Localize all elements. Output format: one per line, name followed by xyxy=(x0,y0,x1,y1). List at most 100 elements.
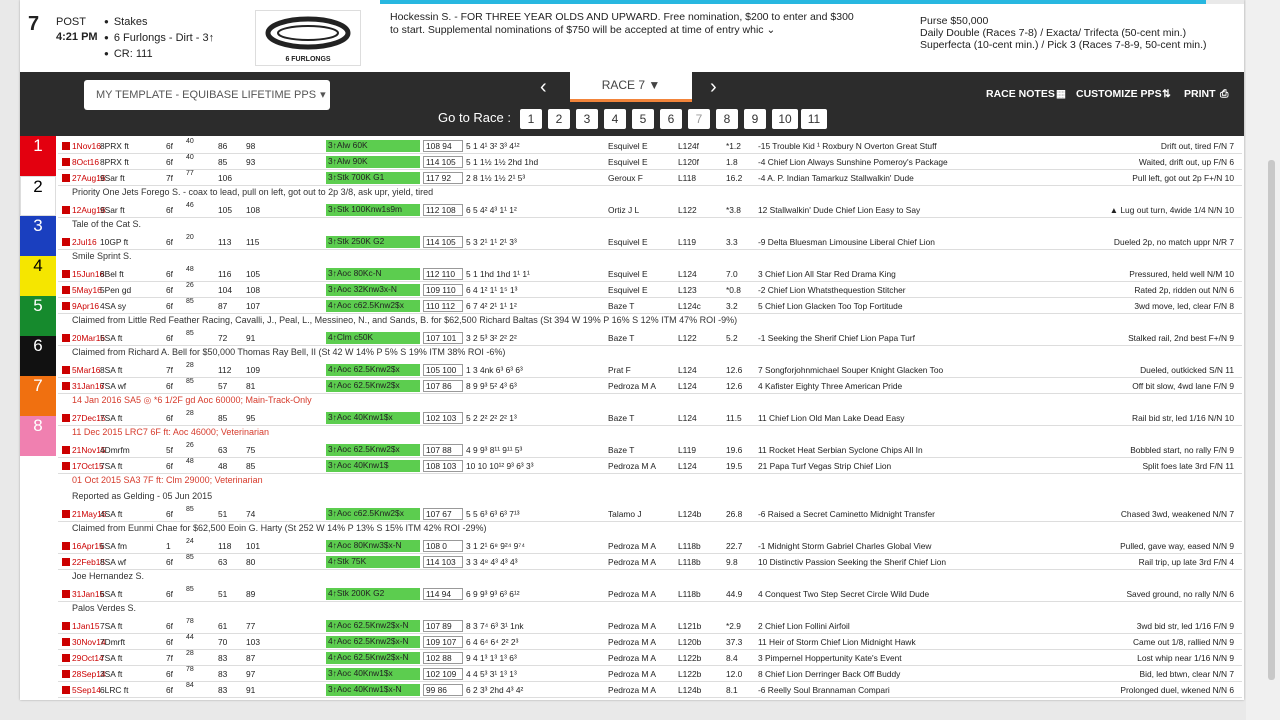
video-icon[interactable] xyxy=(62,366,70,374)
race-button-9[interactable]: 9 xyxy=(744,109,766,129)
sort-icon[interactable]: ⇅ xyxy=(1162,88,1171,100)
pp-row[interactable]: 5Mar16 8SA ft 7f 28 112 109 4↑Aoc 62.5Knw2$x 10… xyxy=(58,362,1242,378)
weight: L122b xyxy=(678,669,702,679)
cloth-2: 2 xyxy=(20,176,56,216)
video-icon[interactable] xyxy=(62,510,70,518)
distance: 6f xyxy=(166,237,173,247)
race-date[interactable]: 1Nov16 xyxy=(72,141,101,151)
race-date[interactable]: 9Apr16 xyxy=(72,301,99,311)
race-button-3[interactable]: 3 xyxy=(576,109,598,129)
video-icon[interactable] xyxy=(62,206,70,214)
race-button-8[interactable]: 8 xyxy=(716,109,738,129)
race-date[interactable]: 16Apr15 xyxy=(72,541,104,551)
video-icon[interactable] xyxy=(62,558,70,566)
beyer-2: 85 xyxy=(246,461,256,471)
pp-row[interactable]: 8Oct16 8PRX ft 6f 40 85 93 3↑Alw 90K 114 105 5 1… xyxy=(58,154,1242,170)
race-button-6[interactable]: 6 xyxy=(660,109,682,129)
race-date[interactable]: 2Jul16 xyxy=(72,237,97,247)
pp-row[interactable]: 5Sep14 6LRC ft 6f 84 83 91 3↑Aoc 40Knw1$x-N 99 … xyxy=(58,682,1242,698)
next-race-icon[interactable]: › xyxy=(710,76,717,99)
expand-icon[interactable]: ⌄ xyxy=(766,24,775,36)
race-button-2[interactable]: 2 xyxy=(548,109,570,129)
scrollbar-thumb[interactable] xyxy=(1268,160,1275,680)
cloth-4: 4 xyxy=(20,256,56,296)
race-button-4[interactable]: 4 xyxy=(604,109,626,129)
print-icon[interactable]: ⎙ xyxy=(1220,88,1228,101)
pace-rating: 40 xyxy=(186,154,194,161)
race-button-10[interactable]: 10 xyxy=(772,109,798,129)
purse: Purse $50,000 xyxy=(920,15,989,27)
note-text: Palos Verdes S. xyxy=(72,603,137,613)
video-icon[interactable] xyxy=(62,414,70,422)
video-icon[interactable] xyxy=(62,654,70,662)
video-icon[interactable] xyxy=(62,174,70,182)
race-selector[interactable]: RACE 7 ▼ xyxy=(570,72,692,102)
prev-race-icon[interactable]: ‹ xyxy=(540,76,547,99)
video-icon[interactable] xyxy=(62,638,70,646)
pp-row[interactable]: 20Mar16 5SA ft 6f 85 72 91 4↑Clm c50K 107 101 3 … xyxy=(58,330,1242,346)
position-calls: 4 4 5³ 3¹ 1³ 1³ xyxy=(466,669,517,679)
race-date[interactable]: 5Mar16 xyxy=(72,365,100,375)
jockey: Baze T xyxy=(608,413,635,423)
race-button-11[interactable]: 11 xyxy=(801,109,827,129)
print-button[interactable]: PRINT xyxy=(1184,88,1216,100)
video-icon[interactable] xyxy=(62,286,70,294)
template-select[interactable]: MY TEMPLATE - EQUIBASE LIFETIME PPS xyxy=(84,80,330,110)
video-icon[interactable] xyxy=(62,686,70,694)
race-comment: Rated 2p, ridden out N/N 6 xyxy=(1134,285,1234,295)
race-button-7[interactable]: 7 xyxy=(688,109,710,129)
video-icon[interactable] xyxy=(62,238,70,246)
race-button-5[interactable]: 5 xyxy=(632,109,654,129)
position-calls: 5 5 6³ 6³ 6³ 7¹³ xyxy=(466,509,520,519)
pp-row[interactable]: 9Apr16 4SA sy 6f 85 87 107 4↑Aoc c62.5Knw2$x 11… xyxy=(58,298,1242,314)
race-date[interactable]: 17Oct15 xyxy=(72,461,104,471)
track-surface: 4SA sy xyxy=(100,301,127,311)
pp-row[interactable]: 22Feb15 8SA wf 6f 85 63 80 4↑Stk 75K 114 103 3 3… xyxy=(58,554,1242,570)
pp-row[interactable]: 31Jan16 7SA wf 6f 85 57 81 4↑Aoc 62.5Knw2$x 107… xyxy=(58,378,1242,394)
video-icon[interactable] xyxy=(62,302,70,310)
race-date[interactable]: 29Oct14 xyxy=(72,653,104,663)
video-icon[interactable] xyxy=(62,158,70,166)
video-icon[interactable] xyxy=(62,142,70,150)
race-date[interactable]: 8Oct16 xyxy=(72,157,99,167)
pp-row[interactable]: 28Sep14 3SA ft 6f 78 83 97 3↑Aoc 40Knw1$x 102 1… xyxy=(58,666,1242,682)
jockey: Pedroza M A xyxy=(608,589,656,599)
pp-row[interactable]: 1Nov16 8PRX ft 6f 40 86 98 3↑Alw 60K 108 94 5 1 … xyxy=(58,138,1242,154)
pp-row[interactable]: 17Oct15 7SA ft 6f 48 48 85 3↑Aoc 40Knw1$ 108 10… xyxy=(58,458,1242,474)
video-icon[interactable] xyxy=(62,462,70,470)
video-icon[interactable] xyxy=(62,670,70,678)
pp-row[interactable]: 29Oct14 7SA ft 7f 28 83 87 4↑Aoc 62.5Knw2$x-N 1… xyxy=(58,650,1242,666)
odds: 12.6 xyxy=(726,381,743,391)
pp-row[interactable]: 27Dec15 7SA ft 6f 28 85 95 3↑Aoc 40Knw1$x 102 1… xyxy=(58,410,1242,426)
pp-row[interactable]: 30Nov14 7Dmrft 6f 44 70 103 4↑Aoc 62.5Knw2$x-N… xyxy=(58,634,1242,650)
pp-row[interactable]: 31Jan15 6SA ft 6f 85 51 89 4↑Stk 200K G2 114 94… xyxy=(58,586,1242,602)
race-date[interactable]: 5Sep14 xyxy=(72,685,101,695)
video-icon[interactable] xyxy=(62,270,70,278)
pp-row[interactable]: 21Nov15 4Dmrfm 5f 26 63 75 3↑Aoc 62.5Knw2$x 107… xyxy=(58,442,1242,458)
video-icon[interactable] xyxy=(62,622,70,630)
calendar-icon[interactable]: ▦ xyxy=(1056,88,1066,100)
pp-row[interactable]: 21May15 4SA ft 6f 85 51 74 3↑Aoc c62.5Knw2$x 10… xyxy=(58,506,1242,522)
video-icon[interactable] xyxy=(62,542,70,550)
pp-row[interactable]: 5May16 5Pen gd 6f 26 104 108 3↑Aoc 32Knw3x-N 10… xyxy=(58,282,1242,298)
video-icon[interactable] xyxy=(62,382,70,390)
distance: 6f xyxy=(166,205,173,215)
video-icon[interactable] xyxy=(62,590,70,598)
top-finishers: -15 Trouble Kid ¹ Roxbury N Overton Grea… xyxy=(758,141,937,151)
video-icon[interactable] xyxy=(62,446,70,454)
pp-row[interactable]: 15Jun16 8Bel ft 6f 48 116 105 3↑Aoc 80Kc-N 112 … xyxy=(58,266,1242,282)
race-notes-button[interactable]: RACE NOTES xyxy=(986,88,1055,100)
pp-row[interactable]: 27Aug16 9Sar ft 7f 77 106 3↑Stk 700K G1 117 92… xyxy=(58,170,1242,186)
top-finishers: 2 Chief Lion Follini Airfoil xyxy=(758,621,850,631)
race-date[interactable]: 1Jan15 xyxy=(72,621,99,631)
pp-row[interactable]: 1Jan15 7SA ft 6f 78 61 77 4↑Aoc 62.5Knw2$x-N 10… xyxy=(58,618,1242,634)
customize-pps-button[interactable]: CUSTOMIZE PPS xyxy=(1076,88,1162,100)
race-conditions[interactable]: Hockessin S. - FOR THREE YEAR OLDS AND U… xyxy=(390,11,860,37)
pp-row[interactable]: 16Apr15 6SA fm 1 24 118 101 4↑Aoc 80Knw3$x-N 10… xyxy=(58,538,1242,554)
video-icon[interactable] xyxy=(62,334,70,342)
race-button-1[interactable]: 1 xyxy=(520,109,542,129)
track-surface: 5SA ft xyxy=(100,333,123,343)
race-date[interactable]: 5May16 xyxy=(72,285,102,295)
pp-row[interactable]: 2Jul16 10GP ft 6f 20 113 115 3↑Stk 250K G2 114 … xyxy=(58,234,1242,250)
pp-row[interactable]: 12Aug16 9Sar ft 6f 46 105 108 3↑Stk 100Knw1s9m… xyxy=(58,202,1242,218)
